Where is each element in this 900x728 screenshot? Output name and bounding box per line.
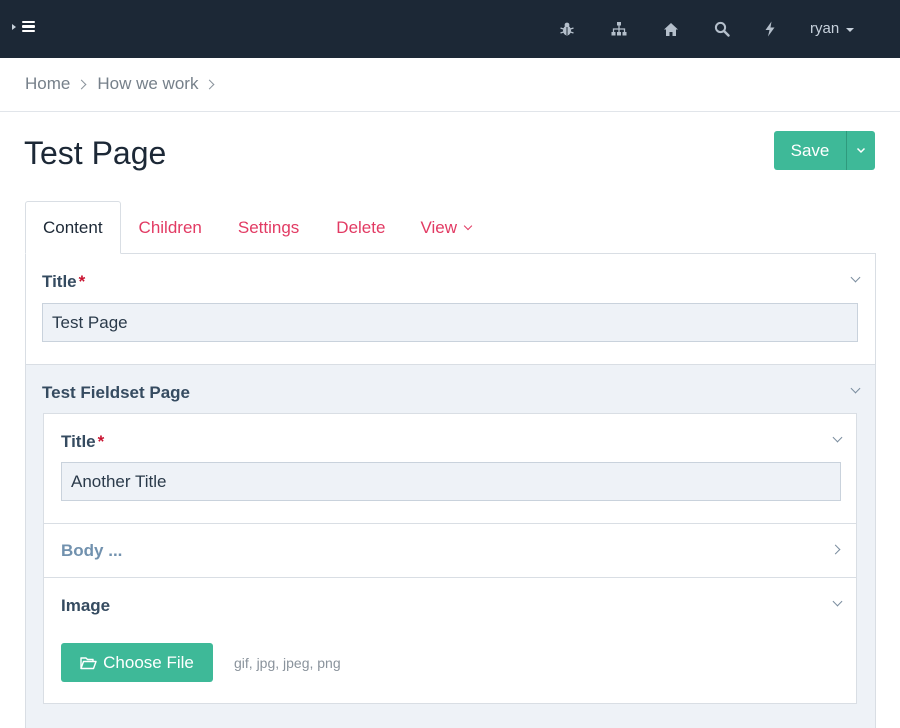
title-input[interactable] xyxy=(42,303,858,342)
breadcrumb-bar: Home How we work xyxy=(0,58,900,112)
home-icon[interactable] xyxy=(661,19,681,39)
choose-file-label: Choose File xyxy=(103,652,194,672)
content-panel: Title* Test Fieldset Page Title* Body ..… xyxy=(25,253,876,728)
inner-title-label: Title * xyxy=(61,432,105,451)
top-navbar: ryan xyxy=(0,0,900,58)
allowed-file-types: gif, jpg, jpeg, png xyxy=(234,655,341,671)
save-button-group: Save xyxy=(774,131,875,170)
save-button[interactable]: Save xyxy=(774,131,846,170)
breadcrumb: Home How we work xyxy=(25,74,225,94)
tab-view-label: View xyxy=(420,217,457,237)
inner-body-row[interactable]: Body ... xyxy=(44,524,856,578)
fieldset-title: Test Fieldset Page xyxy=(42,383,191,402)
breadcrumb-home[interactable]: Home xyxy=(25,74,70,94)
bug-icon[interactable] xyxy=(557,19,577,39)
sitemap-icon[interactable] xyxy=(609,19,629,39)
required-mark: * xyxy=(78,272,86,291)
inner-title-row: Title * xyxy=(44,414,856,524)
folder-open-icon xyxy=(80,656,97,669)
chevron-down-icon xyxy=(856,147,866,154)
choose-file-button[interactable]: Choose File xyxy=(61,643,213,682)
page-title: Test Page xyxy=(24,135,167,171)
hamburger-icon xyxy=(22,21,35,32)
breadcrumb-how-we-work[interactable]: How we work xyxy=(97,74,198,94)
caret-right-icon xyxy=(12,23,16,30)
save-dropdown-button[interactable] xyxy=(846,131,875,170)
page-tabs: Content Children Settings Delete View xyxy=(25,201,473,254)
chevron-down-icon xyxy=(463,221,473,230)
chevron-right-icon xyxy=(76,79,87,89)
bolt-icon[interactable] xyxy=(760,19,780,39)
tab-content[interactable]: Content xyxy=(25,201,121,254)
user-menu[interactable]: ryan xyxy=(810,20,855,37)
collapse-chevron-icon[interactable] xyxy=(832,596,843,607)
expand-chevron-icon[interactable] xyxy=(830,544,841,555)
collapse-chevron-icon[interactable] xyxy=(850,272,861,283)
chevron-right-icon xyxy=(205,79,215,89)
search-icon[interactable] xyxy=(712,19,732,39)
menu-toggle[interactable] xyxy=(12,21,35,32)
tab-delete[interactable]: Delete xyxy=(299,201,385,254)
user-name: ryan xyxy=(810,20,840,37)
body-label: Body ... xyxy=(61,541,123,560)
title-field-label: Title * xyxy=(42,272,86,291)
collapse-chevron-icon[interactable] xyxy=(850,383,861,394)
image-label: Image xyxy=(61,596,111,615)
collapse-chevron-icon[interactable] xyxy=(832,432,843,443)
required-mark: * xyxy=(97,432,105,451)
tab-settings[interactable]: Settings xyxy=(202,201,299,254)
test-fieldset-page: Test Fieldset Page Title* Body ... Image xyxy=(26,364,875,728)
inner-image-row: Image Choose File gif, jpg, jpeg, png xyxy=(44,578,856,703)
fieldset-inner: Title* Body ... Image Choose F xyxy=(43,413,857,704)
tab-view[interactable]: View xyxy=(385,201,473,254)
another-title-input[interactable] xyxy=(61,462,841,501)
caret-down-icon xyxy=(846,27,855,32)
tab-children[interactable]: Children xyxy=(121,201,202,254)
